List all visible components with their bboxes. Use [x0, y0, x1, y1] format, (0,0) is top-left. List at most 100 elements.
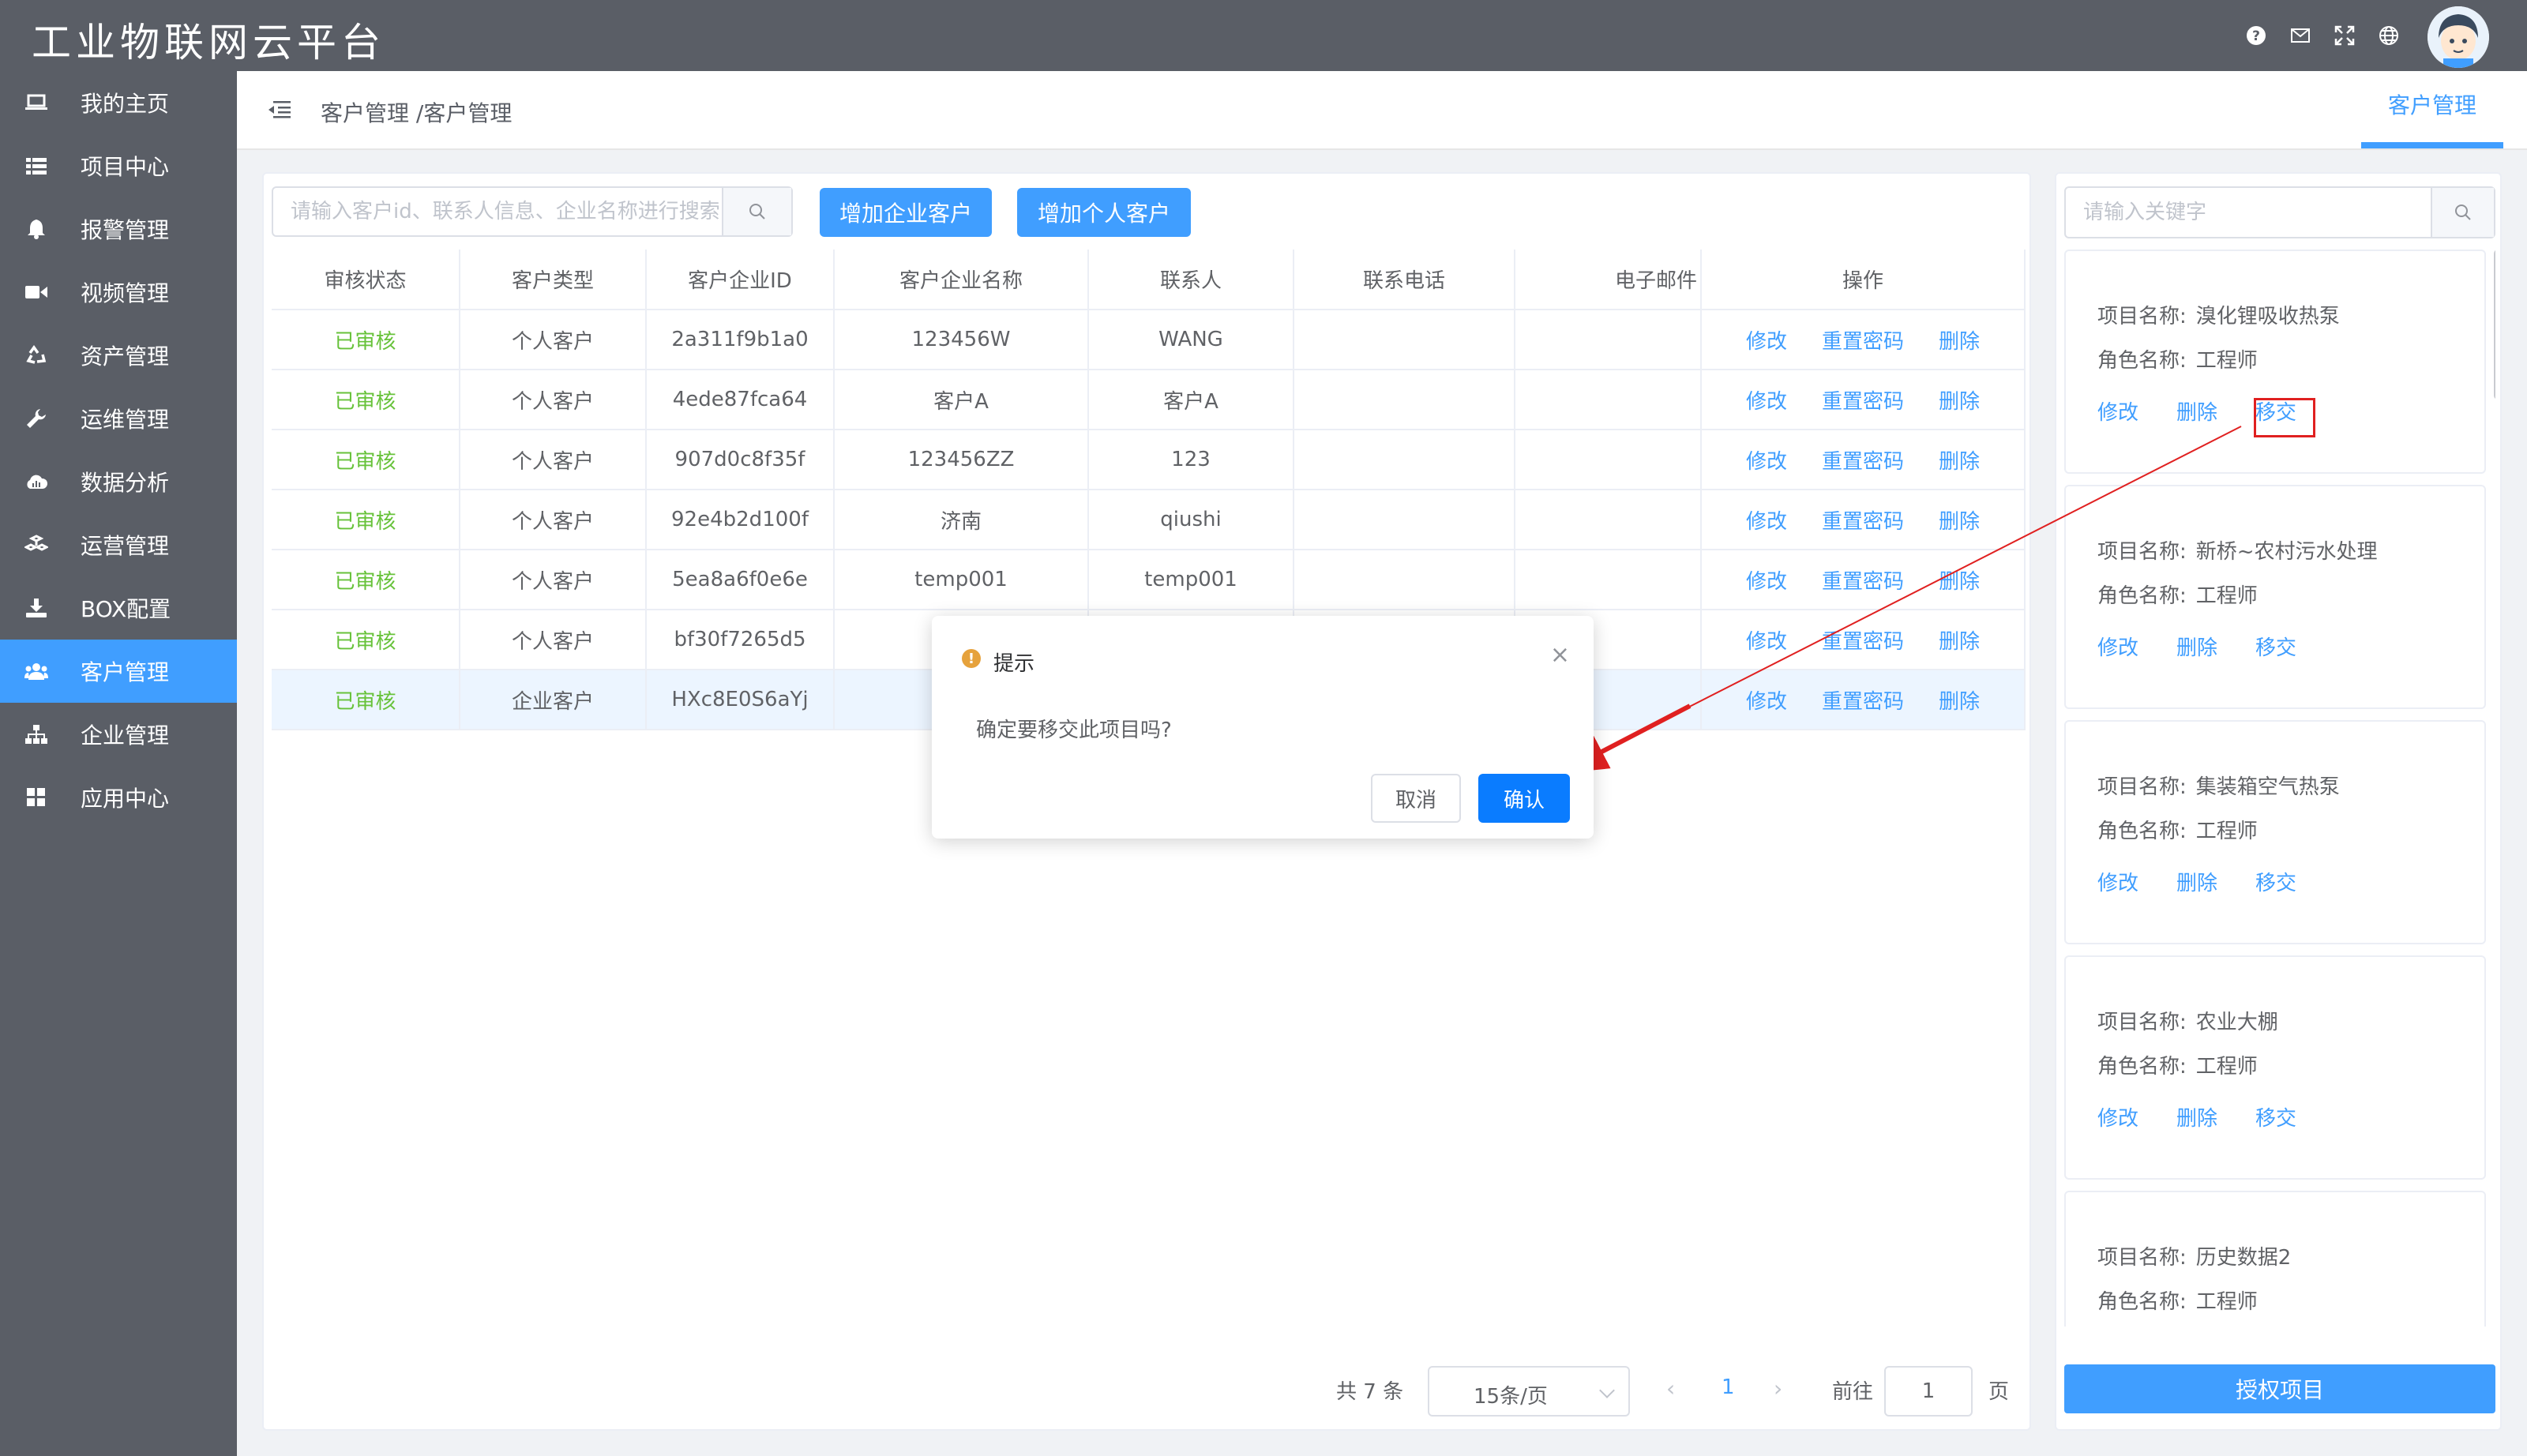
fullscreen-icon[interactable]	[2333, 24, 2356, 47]
project-edit-link[interactable]: 修改	[2097, 867, 2138, 896]
sitemap-icon	[24, 722, 49, 747]
question-circle-icon[interactable]: ?	[2244, 24, 2268, 47]
role-name-line: 角色名称: 工程师	[2097, 1285, 2258, 1315]
page-number-current[interactable]: 1	[1722, 1375, 1735, 1399]
sidebar-item-app-center[interactable]: 应用中心	[0, 766, 237, 829]
delete-link[interactable]: 删除	[1939, 510, 1980, 534]
cloud-chart-icon	[24, 469, 49, 494]
sidebar-item-label: 客户管理	[81, 659, 170, 685]
sidebar-item-customers[interactable]: 客户管理	[0, 640, 237, 703]
sidebar-item-enterprises[interactable]: 企业管理	[0, 703, 237, 766]
goto-label: 前往	[1832, 1380, 1874, 1404]
prev-page-icon[interactable]: ‹	[1666, 1375, 1675, 1402]
project-delete-link[interactable]: 删除	[2176, 396, 2217, 426]
contact-cell: qiushi	[1088, 490, 1294, 550]
tab-active-indicator	[2361, 142, 2503, 148]
edit-link[interactable]: 修改	[1746, 510, 1787, 534]
project-transfer-link[interactable]: 移交	[2255, 867, 2296, 896]
delete-link[interactable]: 删除	[1939, 450, 1980, 474]
project-transfer-link[interactable]: 移交	[2255, 632, 2296, 661]
goto-page-input[interactable]	[1884, 1366, 1973, 1417]
sidebar-item-data-analysis[interactable]: 数据分析	[0, 450, 237, 513]
project-edit-link[interactable]: 修改	[2097, 1102, 2138, 1131]
sidebar-item-maintenance[interactable]: 运维管理	[0, 387, 237, 450]
project-delete-link[interactable]: 删除	[2176, 1102, 2217, 1131]
table-row: 已审核 个人客户 4ede87fca64 客户A 客户A 修改 重置密码 删除	[272, 370, 2026, 430]
keyword-search-button[interactable]	[2431, 188, 2494, 237]
delete-link[interactable]: 删除	[1939, 630, 1980, 654]
project-name-value: 溴化锂吸收热泵	[2195, 305, 2340, 328]
tab-customer-management[interactable]: 客户管理	[2361, 88, 2503, 120]
sidebar-item-assets[interactable]: 资产管理	[0, 324, 237, 387]
close-icon[interactable]: ×	[1550, 641, 1570, 669]
keyword-input[interactable]	[2067, 190, 2431, 235]
project-edit-link[interactable]: 修改	[2097, 396, 2138, 426]
sidebar-item-label: 运维管理	[81, 407, 170, 433]
globe-icon[interactable]	[2377, 24, 2401, 47]
confirm-button[interactable]: 确认	[1478, 774, 1570, 823]
edit-link[interactable]: 修改	[1746, 390, 1787, 414]
next-page-icon[interactable]: ›	[1774, 1375, 1782, 1402]
menu-collapse-icon[interactable]	[268, 99, 291, 122]
search-button[interactable]	[722, 188, 791, 235]
page-size-select[interactable]: 15条/页	[1428, 1366, 1630, 1417]
customer-search-input[interactable]	[275, 190, 725, 234]
edit-link[interactable]: 修改	[1746, 570, 1787, 594]
status-cell: 已审核	[272, 430, 460, 490]
sidebar-item-label: 项目中心	[81, 154, 170, 180]
status-cell: 已审核	[272, 550, 460, 610]
avatar[interactable]	[2427, 6, 2489, 68]
customer-type-cell: 个人客户	[460, 310, 647, 370]
sidebar-item-operations[interactable]: 运营管理	[0, 513, 237, 576]
table-header-row: 审核状态 客户类型 客户企业ID 客户企业名称 联系人 联系电话 电子邮件 操作	[272, 250, 2026, 310]
sidebar-item-projects[interactable]: 项目中心	[0, 134, 237, 197]
sidebar-item-video[interactable]: 视频管理	[0, 261, 237, 324]
email-cell	[1515, 430, 1702, 490]
delete-link[interactable]: 删除	[1939, 570, 1980, 594]
dialog-message: 确定要移交此项目吗?	[976, 719, 1172, 742]
project-edit-link[interactable]: 修改	[2097, 632, 2138, 661]
project-transfer-link[interactable]: 移交	[2255, 1102, 2296, 1131]
project-delete-link[interactable]: 删除	[2176, 867, 2217, 896]
project-name-prefix: 项目名称:	[2097, 1246, 2187, 1270]
sidebar-item-alarms[interactable]: 报警管理	[0, 197, 237, 261]
reset-password-link[interactable]: 重置密码	[1822, 390, 1904, 414]
reset-password-link[interactable]: 重置密码	[1822, 630, 1904, 654]
actions-cell: 修改 重置密码 删除	[1701, 370, 2026, 430]
table-row: 已审核 个人客户 2a311f9b1a0 123456W WANG 修改 重置密码 删除	[272, 310, 2026, 370]
customer-id-cell: 4ede87fca64	[646, 370, 835, 430]
status-cell: 已审核	[272, 670, 460, 730]
reset-password-link[interactable]: 重置密码	[1822, 690, 1904, 714]
mail-icon[interactable]	[2289, 24, 2312, 47]
edit-link[interactable]: 修改	[1746, 690, 1787, 714]
sidebar-item-label: 运营管理	[81, 533, 170, 559]
sidebar-item-home[interactable]: 我的主页	[0, 71, 237, 134]
sidebar-item-box-config[interactable]: BOX配置	[0, 576, 237, 640]
add-enterprise-customer-button[interactable]: 增加企业客户	[820, 188, 992, 237]
delete-link[interactable]: 删除	[1939, 690, 1980, 714]
cancel-button[interactable]: 取消	[1371, 774, 1461, 823]
project-card: 项目名称: 农业大棚 角色名称: 工程师 修改 删除 移交	[2064, 955, 2486, 1180]
reset-password-link[interactable]: 重置密码	[1822, 510, 1904, 534]
reset-password-link[interactable]: 重置密码	[1822, 570, 1904, 594]
delete-link[interactable]: 删除	[1939, 330, 1980, 354]
page-size-value: 15条/页	[1474, 1385, 1548, 1409]
recycle-icon	[24, 343, 49, 368]
authorize-project-button[interactable]: 授权项目	[2064, 1364, 2495, 1413]
role-name-value: 工程师	[2195, 820, 2258, 843]
edit-link[interactable]: 修改	[1746, 330, 1787, 354]
add-personal-customer-button[interactable]: 增加个人客户	[1017, 188, 1191, 237]
edit-link[interactable]: 修改	[1746, 630, 1787, 654]
scrollbar[interactable]	[2494, 250, 2495, 400]
sidebar-item-label: 资产管理	[81, 343, 170, 370]
header-icon-group: ?	[2244, 24, 2401, 47]
project-name-value: 集装箱空气热泵	[2195, 775, 2340, 799]
delete-link[interactable]: 删除	[1939, 390, 1980, 414]
reset-password-link[interactable]: 重置密码	[1822, 330, 1904, 354]
project-delete-link[interactable]: 删除	[2176, 632, 2217, 661]
project-name-line: 项目名称: 历史数据2	[2097, 1241, 2291, 1270]
reset-password-link[interactable]: 重置密码	[1822, 450, 1904, 474]
edit-link[interactable]: 修改	[1746, 450, 1787, 474]
pagination-total: 共 7 条	[1336, 1380, 1404, 1404]
video-camera-icon	[24, 280, 49, 305]
